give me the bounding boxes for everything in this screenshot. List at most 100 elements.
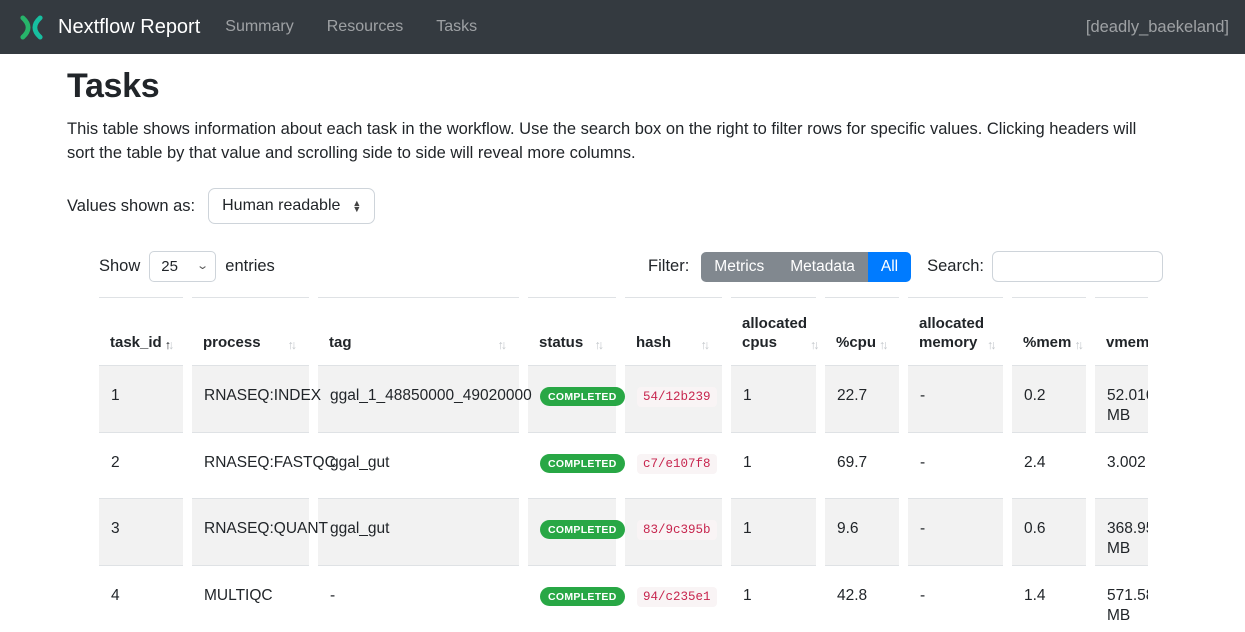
table-header-row: task_id↑↓ process↑↓ tag↑↓ status↑↓ hash↑… bbox=[99, 297, 1148, 365]
nav-item-summary[interactable]: Summary bbox=[225, 18, 293, 36]
status-badge: COMPLETED bbox=[540, 520, 625, 539]
navbar: Nextflow Report Summary Resources Tasks … bbox=[0, 0, 1245, 54]
column-header-pcpu[interactable]: %cpu↑↓ bbox=[825, 297, 899, 365]
cell-hash: c7/e107f8 bbox=[625, 432, 722, 498]
column-header-tag[interactable]: tag↑↓ bbox=[318, 297, 519, 365]
nav-item-tasks[interactable]: Tasks bbox=[436, 18, 477, 36]
table-row: 3 RNASEQ:QUANT ggal_gut COMPLETED 83/9c3… bbox=[99, 498, 1148, 565]
cell-allocated-memory: - bbox=[908, 432, 1003, 498]
filter-all-button[interactable]: All bbox=[868, 252, 911, 282]
cell-status: COMPLETED bbox=[528, 498, 616, 565]
cell-pmem: 2.4 bbox=[1012, 432, 1086, 498]
cell-task-id: 2 bbox=[99, 432, 183, 498]
entries-select[interactable]: 25 ⌄ bbox=[149, 251, 216, 282]
nextflow-logo-icon bbox=[16, 14, 47, 41]
hash-code: 83/9c395b bbox=[637, 520, 717, 540]
column-header-pmem[interactable]: %mem↑↓ bbox=[1012, 297, 1086, 365]
hash-code: c7/e107f8 bbox=[637, 454, 717, 474]
tasks-table: task_id↑↓ process↑↓ tag↑↓ status↑↓ hash↑… bbox=[99, 297, 1148, 632]
page-container: Tasks This table shows information about… bbox=[0, 67, 1245, 632]
cell-process: RNASEQ:FASTQC bbox=[192, 432, 309, 498]
cell-vmem: 571.58 MB bbox=[1095, 565, 1148, 632]
sort-icon: ↑↓ bbox=[879, 338, 890, 352]
values-shown-select[interactable]: Human readable ▲▼ bbox=[208, 188, 375, 224]
cell-pmem: 1.4 bbox=[1012, 565, 1086, 632]
cell-pcpu: 69.7 bbox=[825, 432, 899, 498]
select-updown-icon: ▲▼ bbox=[352, 200, 361, 212]
hash-code: 94/c235e1 bbox=[637, 587, 717, 607]
sort-icon: ↑↓ bbox=[288, 338, 299, 352]
table-row: 1 RNASEQ:INDEX ggal_1_48850000_49020000 … bbox=[99, 365, 1148, 432]
filter-label: Filter: bbox=[648, 257, 689, 276]
filter-metadata-button[interactable]: Metadata bbox=[777, 252, 868, 282]
cell-hash: 83/9c395b bbox=[625, 498, 722, 565]
table-row: 4 MULTIQC - COMPLETED 94/c235e1 1 42.8 -… bbox=[99, 565, 1148, 632]
cell-pcpu: 9.6 bbox=[825, 498, 899, 565]
cell-process: RNASEQ:INDEX bbox=[192, 365, 309, 432]
nav-links: Summary Resources Tasks bbox=[225, 18, 477, 36]
cell-hash: 54/12b239 bbox=[625, 365, 722, 432]
cell-status: COMPLETED bbox=[528, 565, 616, 632]
cell-tag: - bbox=[318, 565, 519, 632]
chevron-down-icon: ⌄ bbox=[196, 261, 209, 272]
column-header-vmem[interactable]: vmem↑↓ bbox=[1095, 297, 1148, 365]
values-shown-label: Values shown as: bbox=[67, 197, 195, 216]
cell-pmem: 0.6 bbox=[1012, 498, 1086, 565]
cell-status: COMPLETED bbox=[528, 365, 616, 432]
sort-asc-icon: ↑↓ bbox=[165, 338, 176, 352]
nav-item-resources[interactable]: Resources bbox=[327, 18, 403, 36]
filter-metrics-button[interactable]: Metrics bbox=[701, 252, 777, 282]
status-badge: COMPLETED bbox=[540, 387, 625, 406]
sort-icon: ↑↓ bbox=[595, 338, 606, 352]
column-header-allocated-cpus[interactable]: allocated cpus↑↓ bbox=[731, 297, 816, 365]
brand-link[interactable]: Nextflow Report bbox=[16, 14, 200, 41]
values-shown-row: Values shown as: Human readable ▲▼ bbox=[67, 188, 1178, 224]
sort-icon: ↑↓ bbox=[987, 338, 998, 352]
status-badge: COMPLETED bbox=[540, 587, 625, 606]
cell-tag: ggal_gut bbox=[318, 432, 519, 498]
entries-selected: 25 bbox=[161, 258, 178, 275]
values-shown-selected: Human readable bbox=[222, 197, 340, 215]
brand-title: Nextflow Report bbox=[58, 16, 200, 39]
search-label: Search: bbox=[927, 257, 984, 276]
column-header-hash[interactable]: hash↑↓ bbox=[625, 297, 722, 365]
hash-code: 54/12b239 bbox=[637, 387, 717, 407]
cell-allocated-cpus: 1 bbox=[731, 432, 816, 498]
cell-process: MULTIQC bbox=[192, 565, 309, 632]
sort-icon: ↑↓ bbox=[498, 338, 509, 352]
cell-status: COMPLETED bbox=[528, 432, 616, 498]
column-header-allocated-memory[interactable]: allocated memory↑↓ bbox=[908, 297, 1003, 365]
cell-task-id: 4 bbox=[99, 565, 183, 632]
cell-allocated-cpus: 1 bbox=[731, 565, 816, 632]
cell-allocated-memory: - bbox=[908, 365, 1003, 432]
page-title: Tasks bbox=[67, 67, 1178, 106]
cell-process: RNASEQ:QUANT bbox=[192, 498, 309, 565]
entries-label: entries bbox=[225, 257, 275, 276]
cell-tag: ggal_1_48850000_49020000 bbox=[318, 365, 519, 432]
tasks-table-scroll-area[interactable]: task_id↑↓ process↑↓ tag↑↓ status↑↓ hash↑… bbox=[99, 297, 1148, 632]
sort-icon: ↑↓ bbox=[701, 338, 712, 352]
cell-vmem: 52.016 MB bbox=[1095, 365, 1148, 432]
column-header-task-id[interactable]: task_id↑↓ bbox=[99, 297, 183, 365]
search-input[interactable] bbox=[992, 251, 1163, 282]
sort-icon: ↑↓ bbox=[810, 338, 821, 352]
cell-vmem: 3.002 bbox=[1095, 432, 1148, 498]
show-label: Show bbox=[99, 257, 140, 276]
cell-allocated-cpus: 1 bbox=[731, 498, 816, 565]
sort-icon: ↑↓ bbox=[1074, 338, 1085, 352]
cell-pcpu: 22.7 bbox=[825, 365, 899, 432]
cell-vmem: 368.95 MB bbox=[1095, 498, 1148, 565]
cell-pmem: 0.2 bbox=[1012, 365, 1086, 432]
cell-pcpu: 42.8 bbox=[825, 565, 899, 632]
column-header-process[interactable]: process↑↓ bbox=[192, 297, 309, 365]
show-entries-group: Show 25 ⌄ entries bbox=[99, 251, 275, 282]
cell-allocated-memory: - bbox=[908, 498, 1003, 565]
page-description: This table shows information about each … bbox=[67, 117, 1167, 165]
column-header-status[interactable]: status↑↓ bbox=[528, 297, 616, 365]
cell-allocated-cpus: 1 bbox=[731, 365, 816, 432]
cell-tag: ggal_gut bbox=[318, 498, 519, 565]
filter-button-group: Metrics Metadata All bbox=[701, 252, 911, 282]
status-badge: COMPLETED bbox=[540, 454, 625, 473]
cell-task-id: 3 bbox=[99, 498, 183, 565]
filter-search-group: Filter: Metrics Metadata All Search: bbox=[648, 251, 1163, 282]
